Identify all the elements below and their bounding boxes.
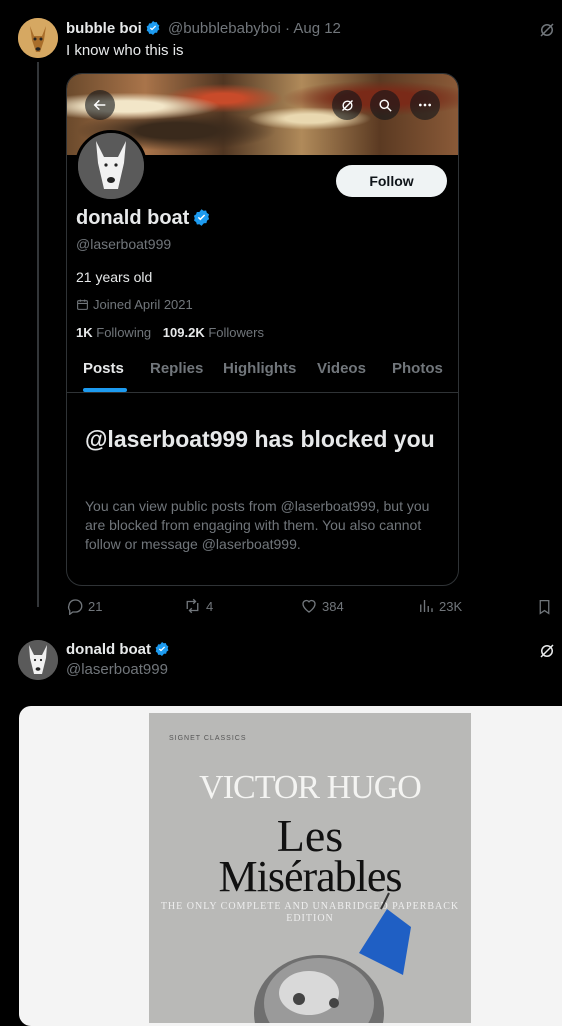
tab-videos: Videos xyxy=(317,360,366,377)
views-count: 23K xyxy=(439,598,463,614)
tab-highlights: Highlights xyxy=(223,360,297,377)
tweet-date[interactable]: Aug 12 xyxy=(293,20,341,37)
profile-avatar xyxy=(75,130,147,202)
display-name[interactable]: bubble boi xyxy=(66,20,142,37)
embedded-screenshot[interactable]: Follow donald boat @laserboat999 21 year… xyxy=(66,73,459,586)
like-button[interactable]: 384 xyxy=(300,597,344,615)
cover-artwork xyxy=(254,892,411,1023)
avatar[interactable] xyxy=(18,640,58,680)
profile-bio: 21 years old xyxy=(76,269,153,285)
blocked-message: You can view public posts from @laserboa… xyxy=(85,498,430,552)
joined-date: Joined April 2021 xyxy=(76,297,193,312)
avatar[interactable] xyxy=(18,18,58,58)
like-count: 384 xyxy=(322,598,344,614)
repost-button[interactable]: 4 xyxy=(183,597,213,615)
thread-line xyxy=(37,62,39,607)
reply-icon xyxy=(67,599,83,615)
followers-count: 109.2K xyxy=(162,325,205,340)
verified-badge-icon xyxy=(145,20,161,40)
tab-replies: Replies xyxy=(150,360,204,377)
joined-text: Joined April 2021 xyxy=(93,297,193,312)
profile-handle: @laserboat999 xyxy=(76,236,172,252)
views-button[interactable]: 23K xyxy=(417,597,462,615)
separator: · xyxy=(285,20,290,37)
grok-icon[interactable] xyxy=(538,642,556,665)
following-count: 1K xyxy=(76,325,93,340)
blocked-title: @laserboat999 has blocked you xyxy=(85,426,435,452)
profile-display-name: donald boat xyxy=(76,207,211,233)
repost-count: 4 xyxy=(206,598,214,614)
followers-label: Followers xyxy=(208,325,264,340)
tweet-header: bubble boi @bubblebabyboi · Aug 12 xyxy=(66,20,341,40)
user-handle[interactable]: @bubblebabyboi xyxy=(168,20,281,37)
tab-photos: Photos xyxy=(392,360,443,377)
reply-button[interactable]: 21 xyxy=(66,597,102,615)
heart-icon xyxy=(302,599,316,613)
grok-icon xyxy=(332,90,362,120)
display-name[interactable]: donald boat xyxy=(66,641,151,658)
following-label: Following xyxy=(96,325,152,340)
back-arrow-icon xyxy=(85,90,115,120)
repost-icon xyxy=(186,598,199,614)
more-options-icon xyxy=(410,90,440,120)
book-cover: SIGNET CLASSICS VICTOR HUGO Les Misérabl… xyxy=(149,713,471,1023)
tweet-header: donald boat xyxy=(66,641,170,661)
grok-icon[interactable] xyxy=(538,21,556,44)
bookmark-icon[interactable] xyxy=(536,598,553,621)
reply-count: 21 xyxy=(88,598,103,614)
follow-button: Follow xyxy=(336,165,447,197)
profile-name-text: donald boat xyxy=(76,207,190,229)
user-handle[interactable]: @laserboat999 xyxy=(66,661,168,678)
calendar-icon xyxy=(77,299,88,310)
tab-posts: Posts xyxy=(83,360,124,377)
follow-stats: 1K Following 109.2K Followers xyxy=(76,325,264,340)
divider xyxy=(67,392,458,393)
verified-badge-icon xyxy=(154,641,170,661)
verified-badge-icon xyxy=(192,208,211,233)
search-icon xyxy=(370,90,400,120)
tweet-text: I know who this is xyxy=(66,42,184,59)
views-chart-icon xyxy=(420,600,433,612)
